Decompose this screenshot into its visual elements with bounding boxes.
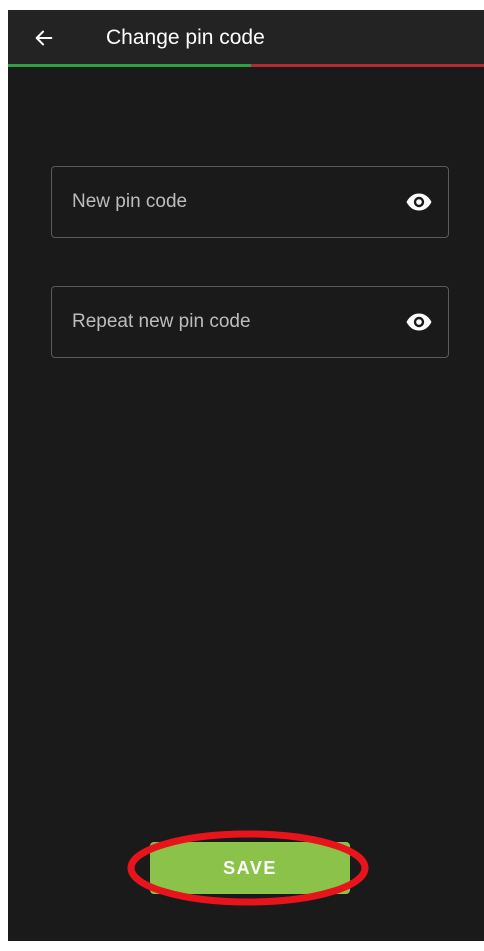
eye-icon bbox=[406, 193, 432, 211]
new-pin-visibility-toggle[interactable] bbox=[404, 189, 434, 215]
page-title: Change pin code bbox=[106, 26, 265, 49]
progress-bar bbox=[8, 64, 484, 67]
repeat-pin-input[interactable] bbox=[52, 287, 382, 357]
new-pin-field bbox=[51, 166, 449, 238]
repeat-pin-visibility-toggle[interactable] bbox=[404, 309, 434, 335]
app-bar: Change pin code bbox=[8, 10, 484, 66]
eye-icon bbox=[406, 313, 432, 331]
progress-fill bbox=[8, 64, 251, 67]
save-button[interactable]: SAVE bbox=[150, 842, 350, 894]
back-button[interactable] bbox=[28, 22, 60, 54]
new-pin-input[interactable] bbox=[52, 167, 382, 237]
repeat-pin-field bbox=[51, 286, 449, 358]
arrow-left-icon bbox=[35, 30, 53, 46]
phone-screen: Change pin code SAVE bbox=[8, 10, 484, 941]
